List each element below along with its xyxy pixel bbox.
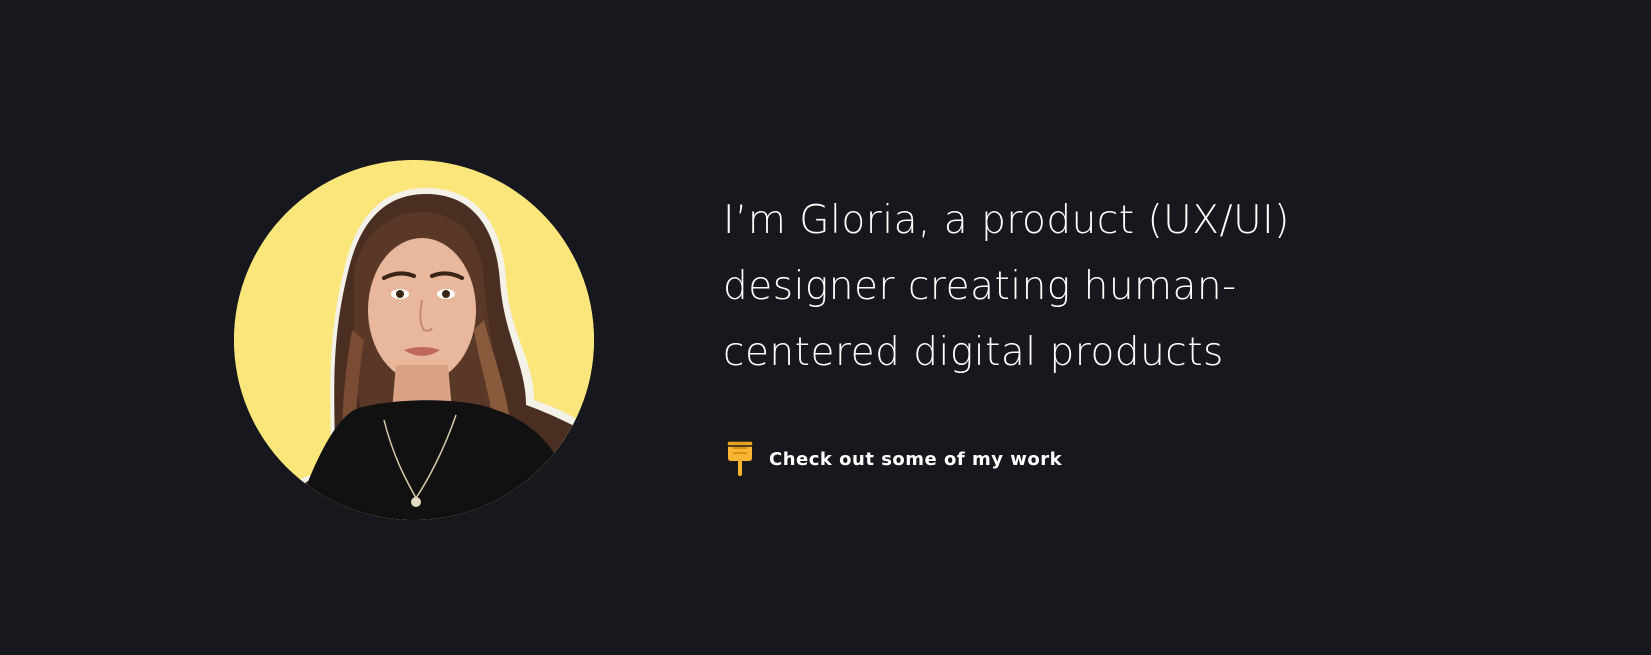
check-out-work-link[interactable]: Check out some of my work [723, 440, 1423, 479]
headline-line: centered digital products [723, 330, 1224, 375]
headline-line: I’m Gloria, a product (UX/UI) [723, 198, 1290, 243]
headline: I’m Gloria, a product (UX/UI) designer c… [723, 188, 1423, 386]
headline-line: designer creating human- [723, 264, 1237, 309]
hero-section: I’m Gloria, a product (UX/UI) designer c… [0, 0, 1651, 655]
intro-section: I’m Gloria, a product (UX/UI) designer c… [723, 188, 1423, 479]
cta-label: Check out some of my work [769, 448, 1063, 470]
pointing-down-hand-icon [723, 440, 757, 479]
profile-photo [234, 160, 594, 520]
